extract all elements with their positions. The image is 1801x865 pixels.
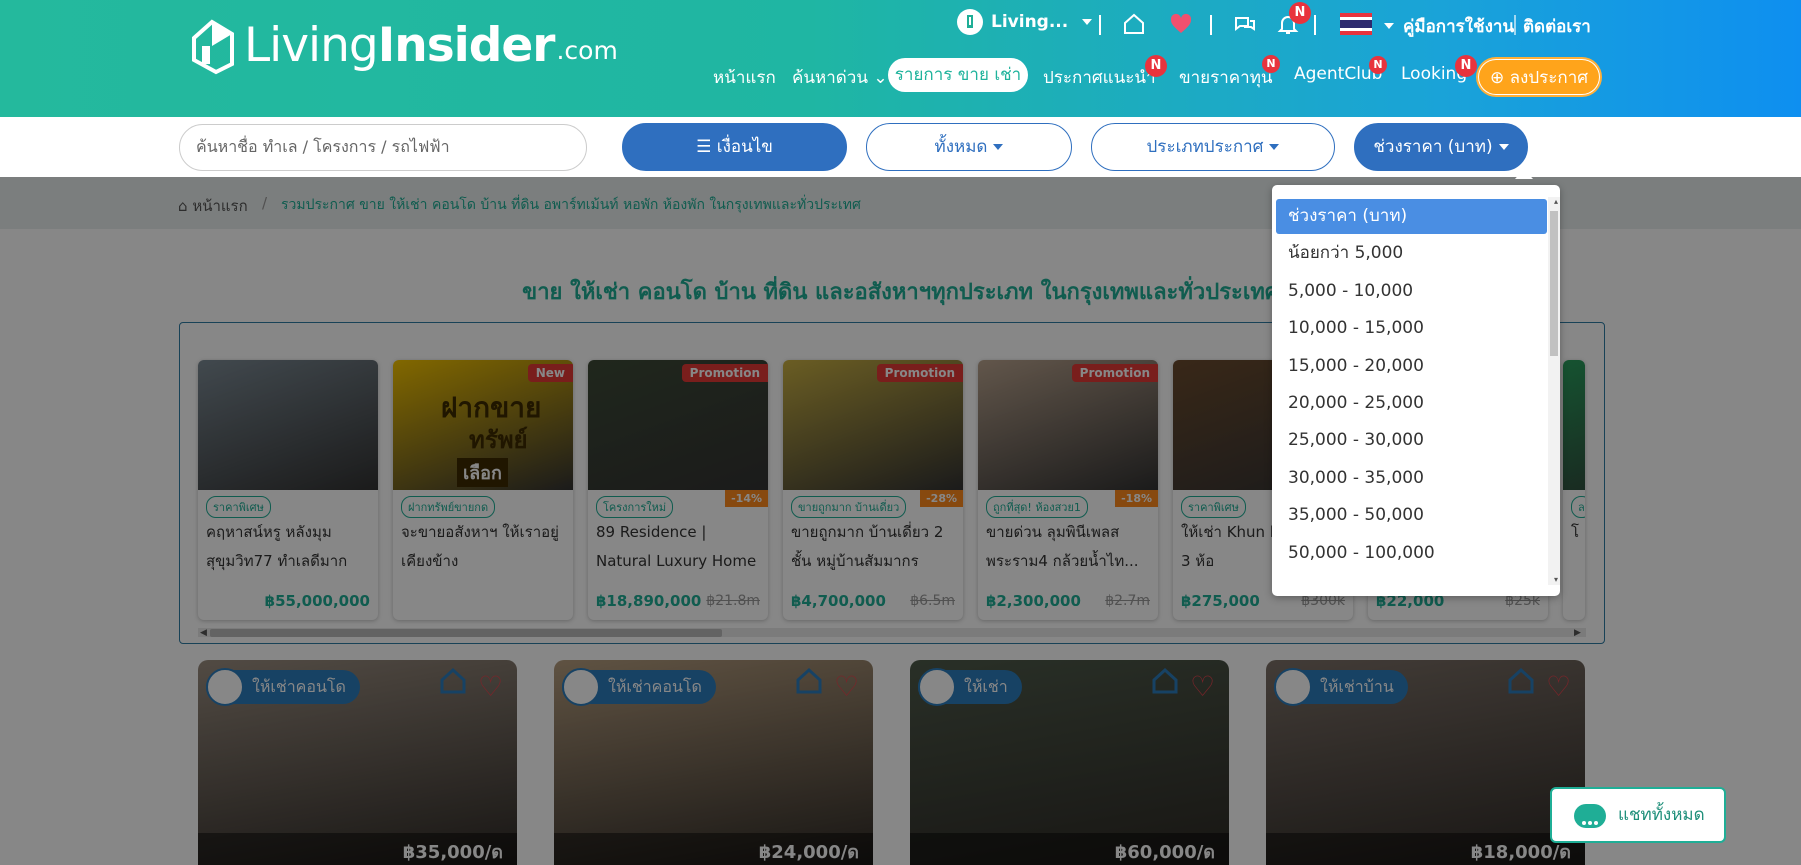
nav-sell-at-cost-badge: N [1262, 55, 1280, 73]
user-menu[interactable]: Living... [957, 9, 1093, 35]
logo-house-icon [190, 16, 236, 76]
nav-listings-sale-rent[interactable]: รายการ ขาย เช่า [888, 58, 1028, 92]
price-option[interactable]: ช่วงราคา (บาท) [1276, 199, 1547, 234]
user-menu-caret-icon [1082, 19, 1093, 25]
search-input[interactable]: ค้นหาชื่อ ทำเล / โครงการ / รถไฟฟ้า [179, 124, 587, 171]
caret-down-icon [1269, 144, 1280, 150]
logo-word-insider: Insider [377, 18, 556, 73]
language-flag-icon[interactable] [1340, 13, 1372, 39]
divider [1314, 15, 1316, 35]
chat-all-button[interactable]: แชททั้งหมด [1550, 787, 1726, 843]
price-option[interactable]: 35,000 - 50,000 [1276, 498, 1547, 533]
site-logo[interactable]: LivingInsider .com [190, 16, 618, 76]
language-caret-icon[interactable] [1384, 23, 1394, 29]
price-option[interactable]: 30,000 - 35,000 [1276, 461, 1547, 496]
caret-down-icon [1498, 144, 1509, 150]
divider [1514, 15, 1516, 35]
chat-icon [1574, 804, 1606, 828]
nav-looking-badge: N [1455, 55, 1477, 77]
nav-sell-at-cost[interactable]: ขายราคาทุน [1179, 64, 1273, 91]
nav-home[interactable]: หน้าแรก [713, 64, 776, 91]
user-avatar-icon [957, 9, 983, 35]
price-range-dropdown[interactable]: ช่วงราคา (บาท) [1354, 123, 1528, 171]
price-range-label: ช่วงราคา (บาท) [1373, 137, 1493, 157]
price-option[interactable]: 5,000 - 10,000 [1276, 274, 1547, 309]
nav-quick-search-label: ค้นหาด่วน [792, 68, 868, 88]
conditions-label: เงื่อนไข [716, 137, 773, 157]
dropdown-pointer [1515, 169, 1533, 179]
notification-badge: N [1289, 2, 1311, 24]
favorites-heart-icon[interactable] [1169, 12, 1193, 40]
price-option[interactable]: น้อยกว่า 5,000 [1276, 236, 1547, 271]
price-range-menu: ช่วงราคา (บาท) น้อยกว่า 5,000 5,000 - 10,0… [1272, 185, 1560, 596]
contact-link[interactable]: ติดต่อเรา [1523, 13, 1591, 40]
chat-bubble-icon[interactable] [1233, 12, 1257, 40]
home-icon[interactable] [1122, 12, 1146, 40]
listing-type-dropdown[interactable]: ประเภทประกาศ [1091, 123, 1335, 171]
caret-down-icon [993, 144, 1004, 150]
guide-link[interactable]: คู่มือการใช้งาน [1403, 13, 1514, 40]
post-listing-label: ลงประกาศ [1509, 68, 1589, 88]
price-option[interactable]: 50,000 - 100,000 [1276, 536, 1547, 571]
conditions-button[interactable]: ☰ เงื่อนไข [622, 123, 847, 171]
menu-bars-icon: ☰ [696, 137, 712, 157]
price-option[interactable]: 25,000 - 30,000 [1276, 423, 1547, 458]
logo-word-living: Living [244, 18, 379, 73]
divider [1210, 15, 1212, 35]
listing-type-label: ประเภทประกาศ [1146, 137, 1264, 157]
price-option[interactable]: 15,000 - 20,000 [1276, 349, 1547, 384]
post-listing-button[interactable]: ⊕ ลงประกาศ [1476, 57, 1602, 97]
all-types-label: ทั้งหมด [934, 137, 988, 157]
nav-quick-search[interactable]: ค้นหาด่วน ⌄ [792, 64, 888, 91]
divider [1099, 15, 1101, 35]
top-header: LivingInsider .com Living... N คู่มือการ… [0, 0, 1801, 117]
dropdown-scrollbar-thumb[interactable] [1550, 211, 1558, 356]
all-types-dropdown[interactable]: ทั้งหมด [866, 123, 1072, 171]
nav-agentclub-badge: N [1369, 56, 1387, 74]
scroll-up-arrow-icon[interactable]: ▴ [1554, 197, 1558, 206]
chat-all-label: แชททั้งหมด [1618, 805, 1705, 825]
price-option[interactable]: 20,000 - 25,000 [1276, 386, 1547, 421]
nav-recommended-badge: N [1145, 55, 1167, 77]
nav-recommended[interactable]: ประกาศแนะนำ [1043, 64, 1156, 91]
logo-domain: .com [556, 36, 618, 65]
scroll-down-arrow-icon[interactable]: ▾ [1554, 575, 1558, 584]
plus-circle-icon: ⊕ [1489, 68, 1505, 88]
price-option[interactable]: 10,000 - 15,000 [1276, 311, 1547, 346]
chevron-down-icon: ⌄ [873, 68, 888, 88]
user-menu-label: Living... [991, 12, 1069, 32]
